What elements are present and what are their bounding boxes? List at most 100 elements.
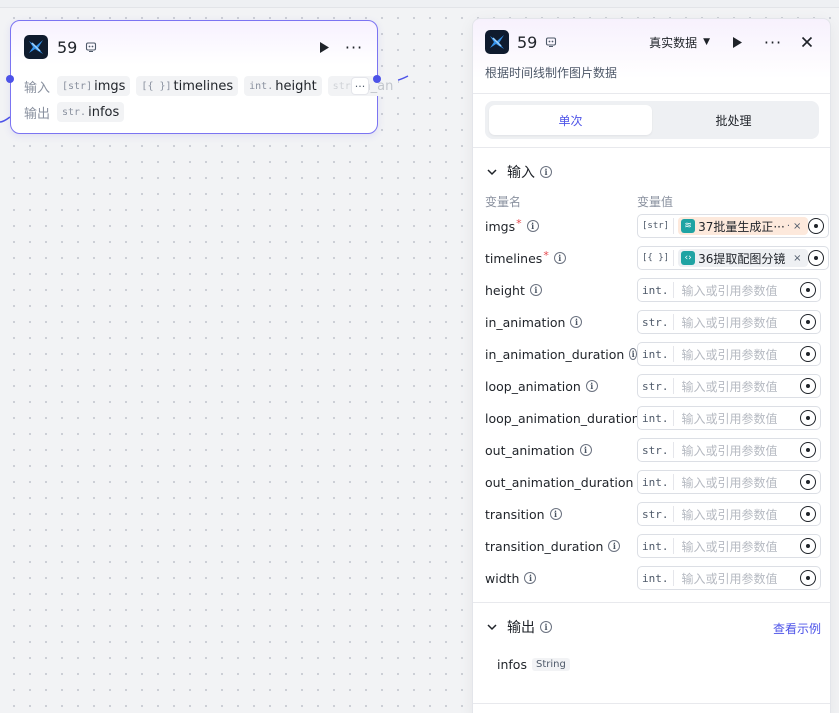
reference-variable-icon[interactable] [800,474,816,490]
variable-value-input[interactable]: int. 输入或引用参数值 [637,406,821,430]
reference-variable-icon[interactable] [800,314,816,330]
reference-variable-icon[interactable] [800,410,816,426]
variable-name: transition_duration i [485,539,637,554]
info-icon[interactable]: i [540,166,552,178]
variable-value-input[interactable]: str. 输入或引用参数值 [637,438,821,462]
output-variable-row: infos String [497,657,570,672]
info-icon[interactable]: i [608,540,621,552]
info-icon[interactable]: i [524,572,537,584]
run-node-button[interactable] [313,36,335,58]
more-inputs-button[interactable]: ··· [351,77,369,95]
reference-variable-icon[interactable] [800,442,816,458]
variable-type-tag: str. [642,314,674,330]
node-inputs-row: 输入 [str] imgs [{ }] timelines int. height s… [24,76,404,96]
see-example-link[interactable]: 查看示例 [773,620,821,637]
variable-value-input[interactable]: str. 输入或引用参数值 [637,374,821,398]
variable-value-input[interactable]: str. 输入或引用参数值 [637,310,821,334]
plugin-logo-icon [485,30,509,54]
chevron-down-icon[interactable] [485,165,499,179]
variable-value-input[interactable]: [{ }]‹›36提取配图分镜 · a× [637,246,830,270]
input-variable-row: width i int. 输入或引用参数值 [485,566,821,590]
input-variable-row: transition i str. 输入或引用参数值 [485,502,821,526]
variable-name: height i [485,283,637,298]
variable-value-input[interactable]: int. 输入或引用参数值 [637,470,821,494]
tab-batch[interactable]: 批处理 [652,105,815,135]
variable-value-input[interactable]: str. 输入或引用参数值 [637,502,821,526]
caret-down-icon: ▼ [703,37,710,47]
reference-chip[interactable]: ‹›36提取配图分镜 · a× [678,249,809,267]
variable-name: loop_animation i [485,379,637,394]
info-icon[interactable]: i [549,508,562,520]
node-input-pill: [str] imgs [57,76,131,96]
panel-header: 59 真实数据 ▼ ··· [485,29,818,55]
value-placeholder: 输入或引用参数值 [681,507,778,522]
reference-variable-icon[interactable] [800,378,816,394]
variable-name: in_animation i [485,315,637,330]
info-icon[interactable]: i [526,220,539,232]
input-variable-row: in_animation i str. 输入或引用参数值 [485,310,821,334]
info-icon[interactable]: i [540,621,552,633]
info-icon[interactable]: i [579,444,592,456]
variable-value-input[interactable]: int. 输入或引用参数值 [637,342,821,366]
reference-variable-icon[interactable] [808,250,825,266]
node-output-label: 输出 [24,106,51,122]
input-section-title: 输入 [507,165,535,181]
reference-variable-icon[interactable] [808,218,825,234]
input-variable-row: in_animation_duration i int. 输入或引用参数值 [485,342,821,366]
panel-more-icon[interactable]: ··· [762,31,784,53]
variable-value-input[interactable]: [str] ≋ 37批量生成正··· · × [637,214,830,238]
node-more-icon[interactable]: ··· [343,36,365,58]
variable-type-tag: int. [642,570,674,586]
variable-value-input[interactable]: int. 输入或引用参数值 [637,534,821,558]
info-icon[interactable]: i [553,252,566,264]
variable-type-tag: str. [642,442,674,458]
data-mode-dropdown[interactable]: 真实数据 ▼ [649,34,710,51]
required-marker: * [516,218,522,230]
variable-type-tag: [{ }] [642,250,675,266]
node-input-port[interactable] [6,75,14,83]
node-test-panel: 59 真实数据 ▼ ··· 根据时间线制作图片数据 单次 批处理 输入 i 变量名… [472,18,831,713]
workflow-node-card[interactable]: 59 ··· 输入 [str] imgs [{ }] timelines int. h… [10,20,399,134]
info-icon[interactable]: i [529,284,542,296]
plugin-logo-icon [24,35,48,59]
reference-variable-icon[interactable] [800,346,816,362]
node-input-pill: [{ }] timelines [136,76,239,96]
value-placeholder: 输入或引用参数值 [681,411,778,426]
variable-type-tag: str. [642,378,674,394]
reference-variable-icon[interactable] [800,506,816,522]
reference-chip[interactable]: ≋ 37批量生成正··· · × [678,217,809,235]
run-test-button[interactable] [726,31,748,53]
output-variable-type: String [531,658,570,671]
node-output-pill: str. infos [57,102,125,122]
run-mode-tabs: 单次 批处理 [485,101,819,139]
variable-type-tag: int. [642,474,674,490]
reference-text: 37批量生成正··· [698,219,785,234]
output-section-header: 输出 i [485,617,552,637]
variable-value-input[interactable]: int. 输入或引用参数值 [637,566,821,590]
remove-reference-icon[interactable]: × [793,253,801,264]
reference-variable-icon[interactable] [800,538,816,554]
value-placeholder: 输入或引用参数值 [681,315,778,330]
variable-value-input[interactable]: int. 输入或引用参数值 [637,278,821,302]
info-icon[interactable]: i [585,380,598,392]
output-variable-name: infos [497,657,527,672]
variable-name: timelines * i [485,251,637,266]
column-header-value: 变量值 [637,195,674,209]
node-output-port[interactable] [373,75,381,83]
value-placeholder: 输入或引用参数值 [681,443,778,458]
panel-title: 59 [517,32,538,52]
reference-variable-icon[interactable] [800,282,816,298]
variable-name: out_animation_durationi [485,475,637,490]
remove-reference-icon[interactable]: × [793,221,801,232]
input-variable-row: out_animation_durationi int. 输入或引用参数值 [485,470,821,494]
info-icon[interactable]: i [629,348,637,360]
info-icon[interactable]: i [570,316,583,328]
value-placeholder: 输入或引用参数值 [681,571,778,586]
variable-name: transition i [485,507,637,522]
tab-single[interactable]: 单次 [489,105,652,135]
close-icon[interactable] [796,31,818,53]
reference-variable-icon[interactable] [800,570,816,586]
variable-name: in_animation_duration i [485,347,637,362]
value-placeholder: 输入或引用参数值 [681,539,778,554]
chevron-down-icon[interactable] [485,620,499,634]
